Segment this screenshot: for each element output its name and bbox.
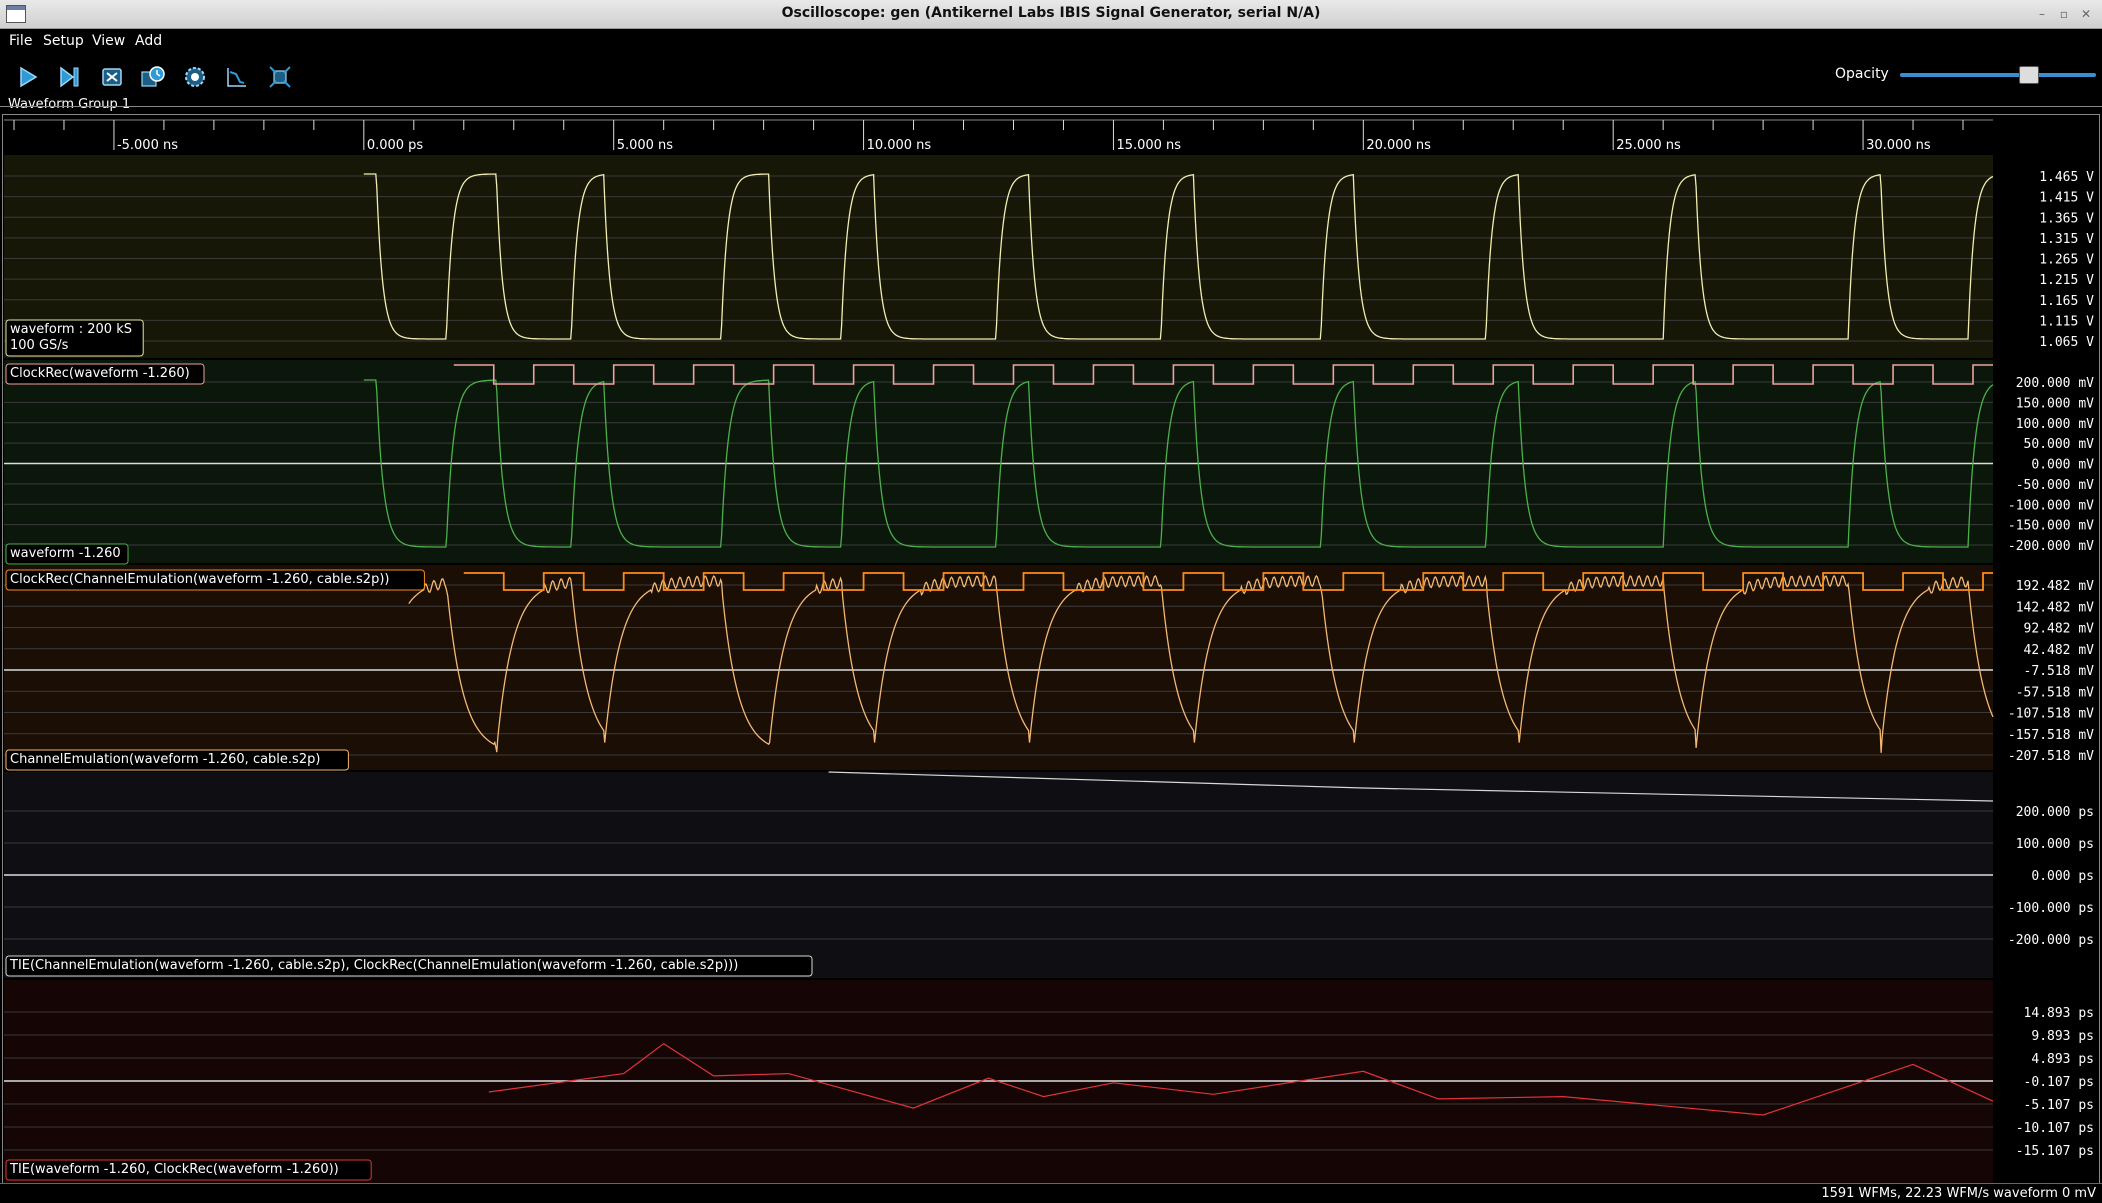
axis-tick-label: 50.000 mV bbox=[2024, 437, 2095, 452]
axis-tick-label: -150.000 mV bbox=[2008, 519, 2094, 534]
axis-tick-label: 14.893 ps bbox=[2024, 1006, 2094, 1021]
timeline-label: 0.000 ps bbox=[367, 138, 424, 153]
axis-tick-label: 9.893 ps bbox=[2031, 1029, 2094, 1044]
pane-background bbox=[4, 360, 1993, 563]
channel-label: waveform : 200 kS bbox=[10, 322, 132, 337]
axis-tick-label: -200.000 mV bbox=[2008, 539, 2094, 554]
axis-tick-label: 100.000 mV bbox=[2016, 417, 2094, 432]
axis-tick-label: -50.000 mV bbox=[2016, 478, 2094, 493]
axis-tick-label: -107.518 mV bbox=[2008, 707, 2094, 722]
axis-tick-label: 1.165 V bbox=[2039, 294, 2094, 309]
axis-tick-label: 1.315 V bbox=[2039, 232, 2094, 247]
timeline-label: 20.000 ns bbox=[1366, 138, 1431, 153]
axis-tick-label: 4.893 ps bbox=[2031, 1052, 2094, 1067]
timeline-label: 30.000 ns bbox=[1866, 138, 1931, 153]
axis-tick-label: 1.065 V bbox=[2039, 335, 2094, 350]
axis-tick-label: 1.215 V bbox=[2039, 273, 2094, 288]
channel-label: waveform -1.260 bbox=[10, 546, 121, 561]
axis-tick-label: 42.482 mV bbox=[2024, 643, 2095, 658]
axis-tick-label: -100.000 ps bbox=[2008, 901, 2094, 916]
channel-label: 100 GS/s bbox=[10, 338, 69, 353]
axis-tick-label: -57.518 mV bbox=[2016, 685, 2094, 700]
axis-tick-label: 1.465 V bbox=[2039, 170, 2094, 185]
axis-tick-label: 142.482 mV bbox=[2016, 600, 2094, 615]
axis-tick-label: 1.115 V bbox=[2039, 314, 2094, 329]
timeline-label: 10.000 ns bbox=[867, 138, 932, 153]
axis-tick-label: 92.482 mV bbox=[2024, 622, 2095, 637]
axis-tick-label: -157.518 mV bbox=[2008, 728, 2094, 743]
channel-label: ClockRec(waveform -1.260) bbox=[10, 366, 190, 381]
axis-tick-label: -5.107 ps bbox=[2024, 1098, 2094, 1113]
axis-tick-label: 1.365 V bbox=[2039, 211, 2094, 226]
axis-tick-label: -207.518 mV bbox=[2008, 749, 2094, 764]
axis-tick-label: 192.482 mV bbox=[2016, 579, 2094, 594]
axis-tick-label: -10.107 ps bbox=[2016, 1121, 2094, 1136]
axis-tick-label: 200.000 ps bbox=[2016, 805, 2094, 820]
status-bar: 1591 WFMs, 22.23 WFM/s waveform 0 mV bbox=[0, 1183, 2102, 1203]
axis-tick-label: -7.518 mV bbox=[2024, 664, 2095, 679]
axis-tick-label: -0.107 ps bbox=[2024, 1075, 2094, 1090]
timeline-label: -5.000 ns bbox=[117, 138, 178, 153]
axis-tick-label: -15.107 ps bbox=[2016, 1144, 2094, 1159]
axis-tick-label: 0.000 mV bbox=[2031, 458, 2094, 473]
axis-tick-label: -100.000 mV bbox=[2008, 498, 2094, 513]
channel-label: TIE(ChannelEmulation(waveform -1.260, ca… bbox=[9, 958, 738, 973]
axis-tick-label: 1.265 V bbox=[2039, 253, 2094, 268]
axis-tick-label: 200.000 mV bbox=[2016, 376, 2094, 391]
pane-background bbox=[4, 565, 1993, 770]
status-text: 1591 WFMs, 22.23 WFM/s waveform 0 mV bbox=[1821, 1186, 2096, 1201]
timeline-label: 15.000 ns bbox=[1116, 138, 1181, 153]
axis-tick-label: 1.415 V bbox=[2039, 191, 2094, 206]
axis-tick-label: 150.000 mV bbox=[2016, 396, 2094, 411]
waveform-plot-area[interactable]: -5.000 ns 0.000 ps 5.000 ns 10.000 ns 15.000… bbox=[0, 0, 2102, 1183]
channel-label: TIE(waveform -1.260, ClockRec(waveform -… bbox=[9, 1162, 339, 1177]
timeline-label: 5.000 ns bbox=[617, 138, 674, 153]
axis-tick-label: 0.000 ps bbox=[2031, 869, 2094, 884]
channel-label: ChannelEmulation(waveform -1.260, cable.… bbox=[10, 752, 320, 767]
axis-tick-label: 100.000 ps bbox=[2016, 837, 2094, 852]
channel-label: ClockRec(ChannelEmulation(waveform -1.26… bbox=[10, 572, 389, 587]
timeline-label: 25.000 ns bbox=[1616, 138, 1681, 153]
axis-tick-label: -200.000 ps bbox=[2008, 933, 2094, 948]
pane-background bbox=[4, 155, 1993, 358]
